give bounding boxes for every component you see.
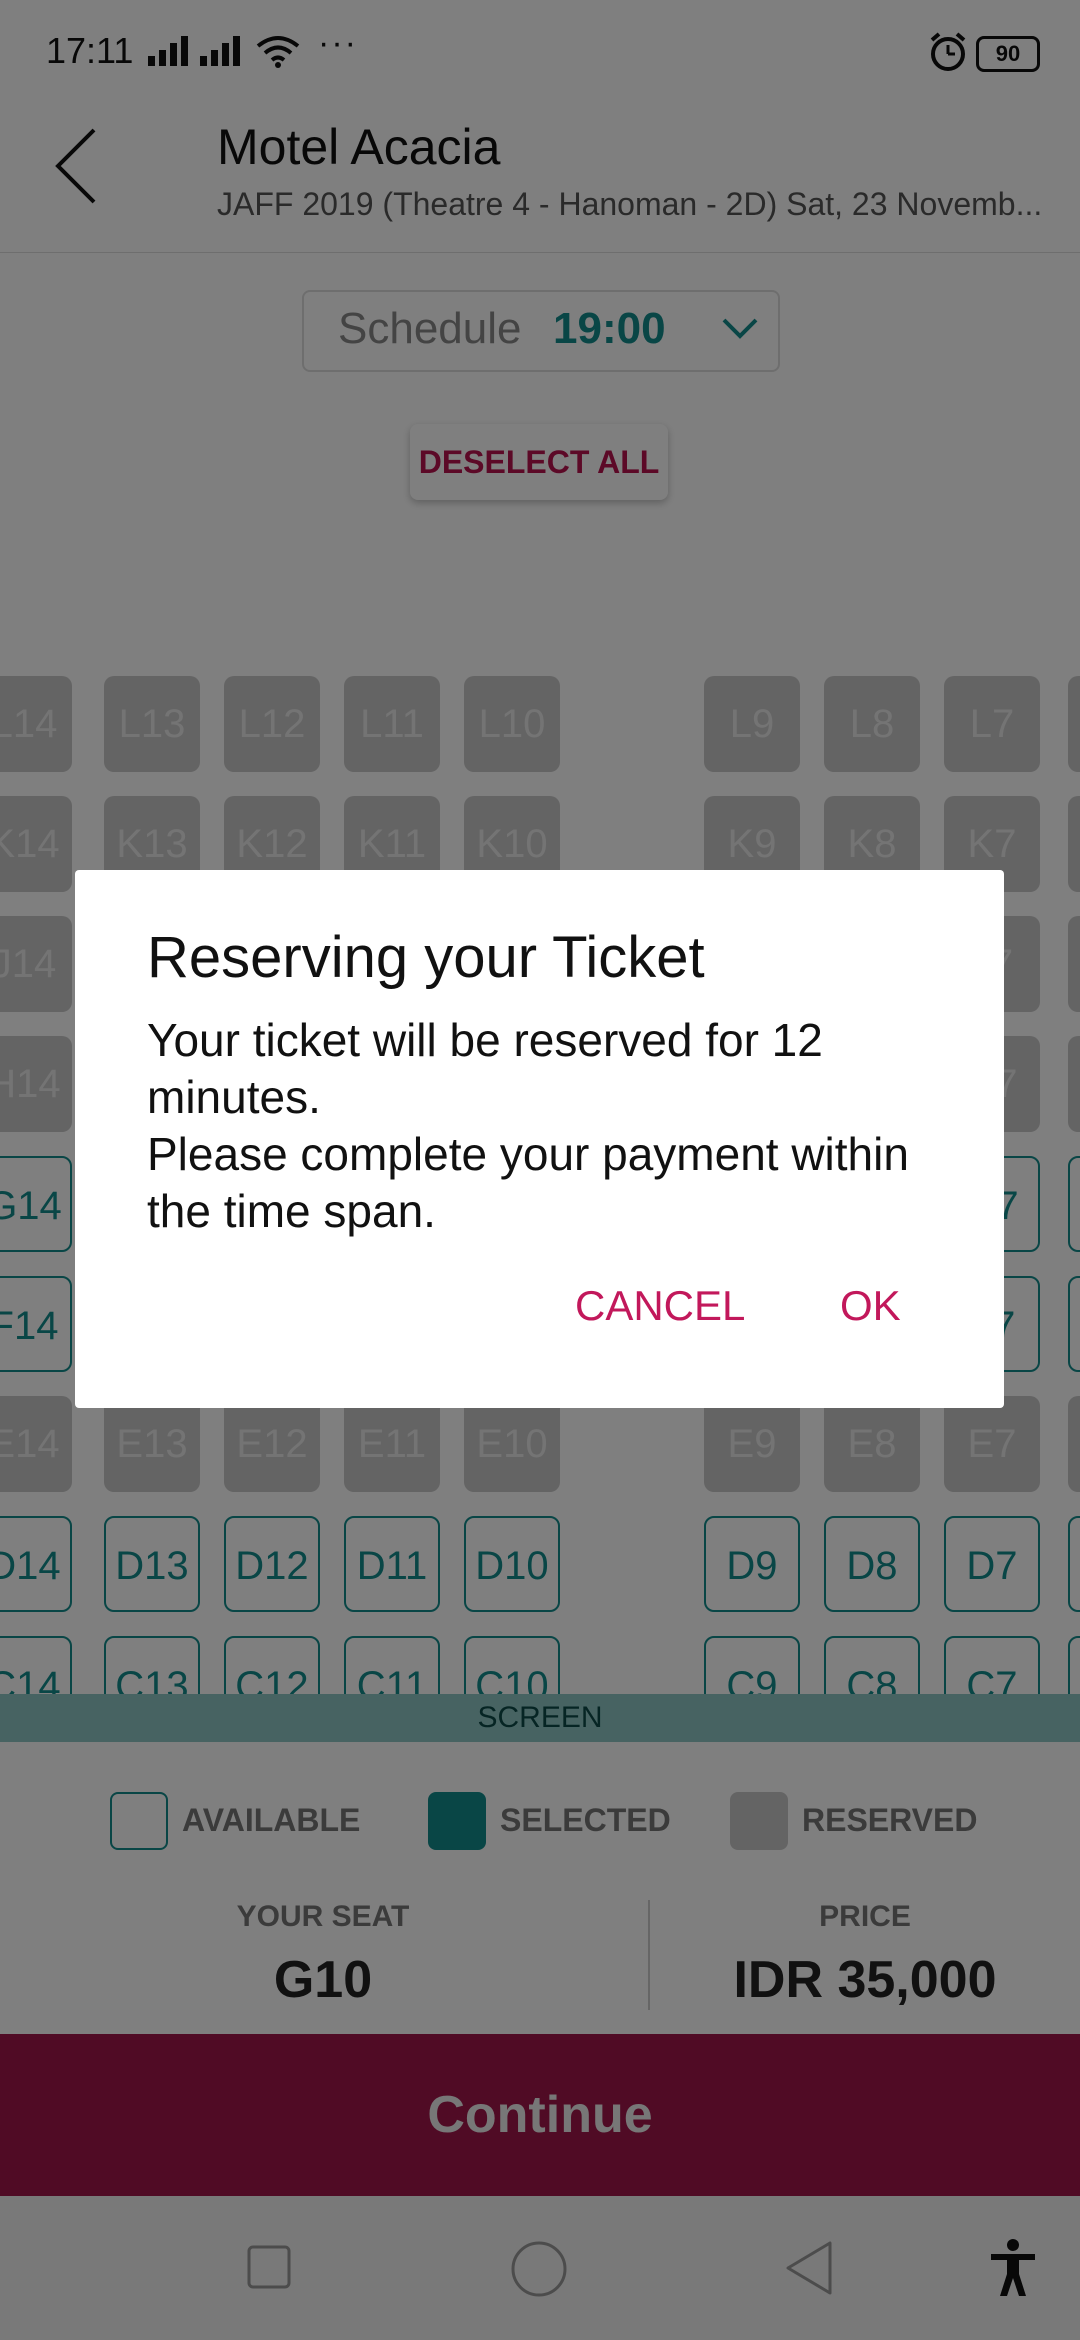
ok-button[interactable]: OK — [840, 1282, 901, 1330]
dialog-message-line: Please complete your payment within the … — [147, 1128, 909, 1237]
dialog-message: Your ticket will be reserved for 12 minu… — [147, 1012, 947, 1240]
cancel-button[interactable]: CANCEL — [575, 1282, 745, 1330]
dialog-message-line: Your ticket will be reserved for 12 minu… — [147, 1014, 823, 1123]
dialog-title: Reserving your Ticket — [147, 925, 705, 990]
reservation-dialog: Reserving your Ticket Your ticket will b… — [75, 870, 1004, 1408]
